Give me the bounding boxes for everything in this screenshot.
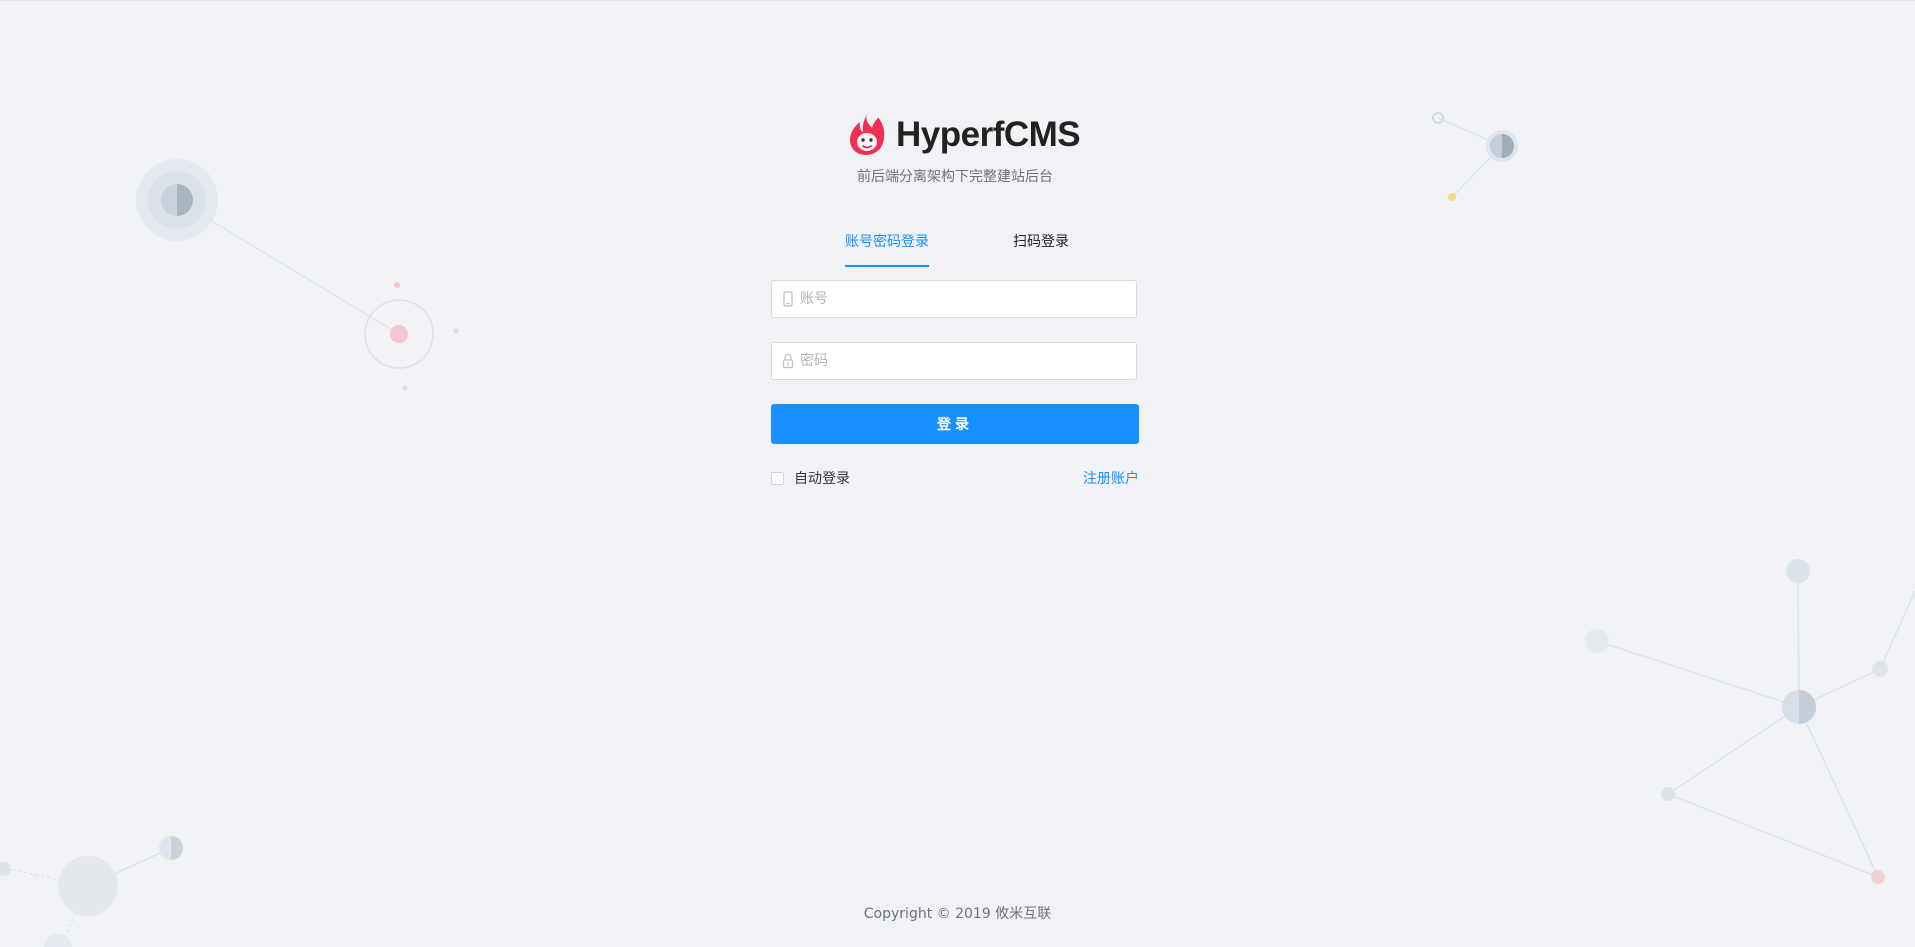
bottom-left-network-decoration [0, 836, 183, 947]
subtitle: 前后端分离架构下完整建站后台 [857, 169, 1053, 185]
login-button[interactable]: 登录 [771, 404, 1139, 444]
login-options: 自动登录 注册账户 [771, 468, 1139, 488]
account-input[interactable] [800, 281, 1136, 317]
brand-header: HyperfCMS [848, 109, 1081, 159]
brand-name: HyperfCMS [896, 114, 1081, 154]
flame-monkey-logo-icon [850, 113, 885, 155]
checkbox-box[interactable] [771, 471, 784, 485]
copyright-footer: Copyright © 2019 攸米互联 [0, 903, 1915, 923]
auto-login-label: 自动登录 [794, 471, 850, 487]
mobile-icon [772, 280, 800, 318]
company-name: 攸米互联 [995, 906, 1052, 922]
copyright-label: Copyright [863, 906, 933, 922]
copyright-year: 2019 [955, 906, 991, 922]
lock-icon [772, 342, 800, 380]
left-network-decoration [136, 159, 459, 391]
register-account-link[interactable]: 注册账户 [1083, 468, 1139, 488]
copyright-symbol: © [936, 906, 951, 922]
tab-qrcode-login[interactable]: 扫码登录 [1006, 227, 1076, 267]
login-page: HyperfCMS 前后端分离架构下完整建站后台 账号密码登录 扫码登录 账号 … [0, 0, 1915, 947]
password-input[interactable] [800, 343, 1136, 379]
tab-account-password[interactable]: 账号密码登录 [845, 227, 929, 267]
account-field[interactable] [771, 280, 1137, 318]
login-method-tabs: 账号密码登录 扫码登录 [771, 227, 1139, 267]
top-right-network-decoration [1432, 112, 1518, 201]
bottom-right-network-decoration [1585, 559, 1915, 884]
password-field[interactable] [771, 342, 1137, 380]
auto-login-checkbox[interactable]: 自动登录 [771, 468, 850, 488]
